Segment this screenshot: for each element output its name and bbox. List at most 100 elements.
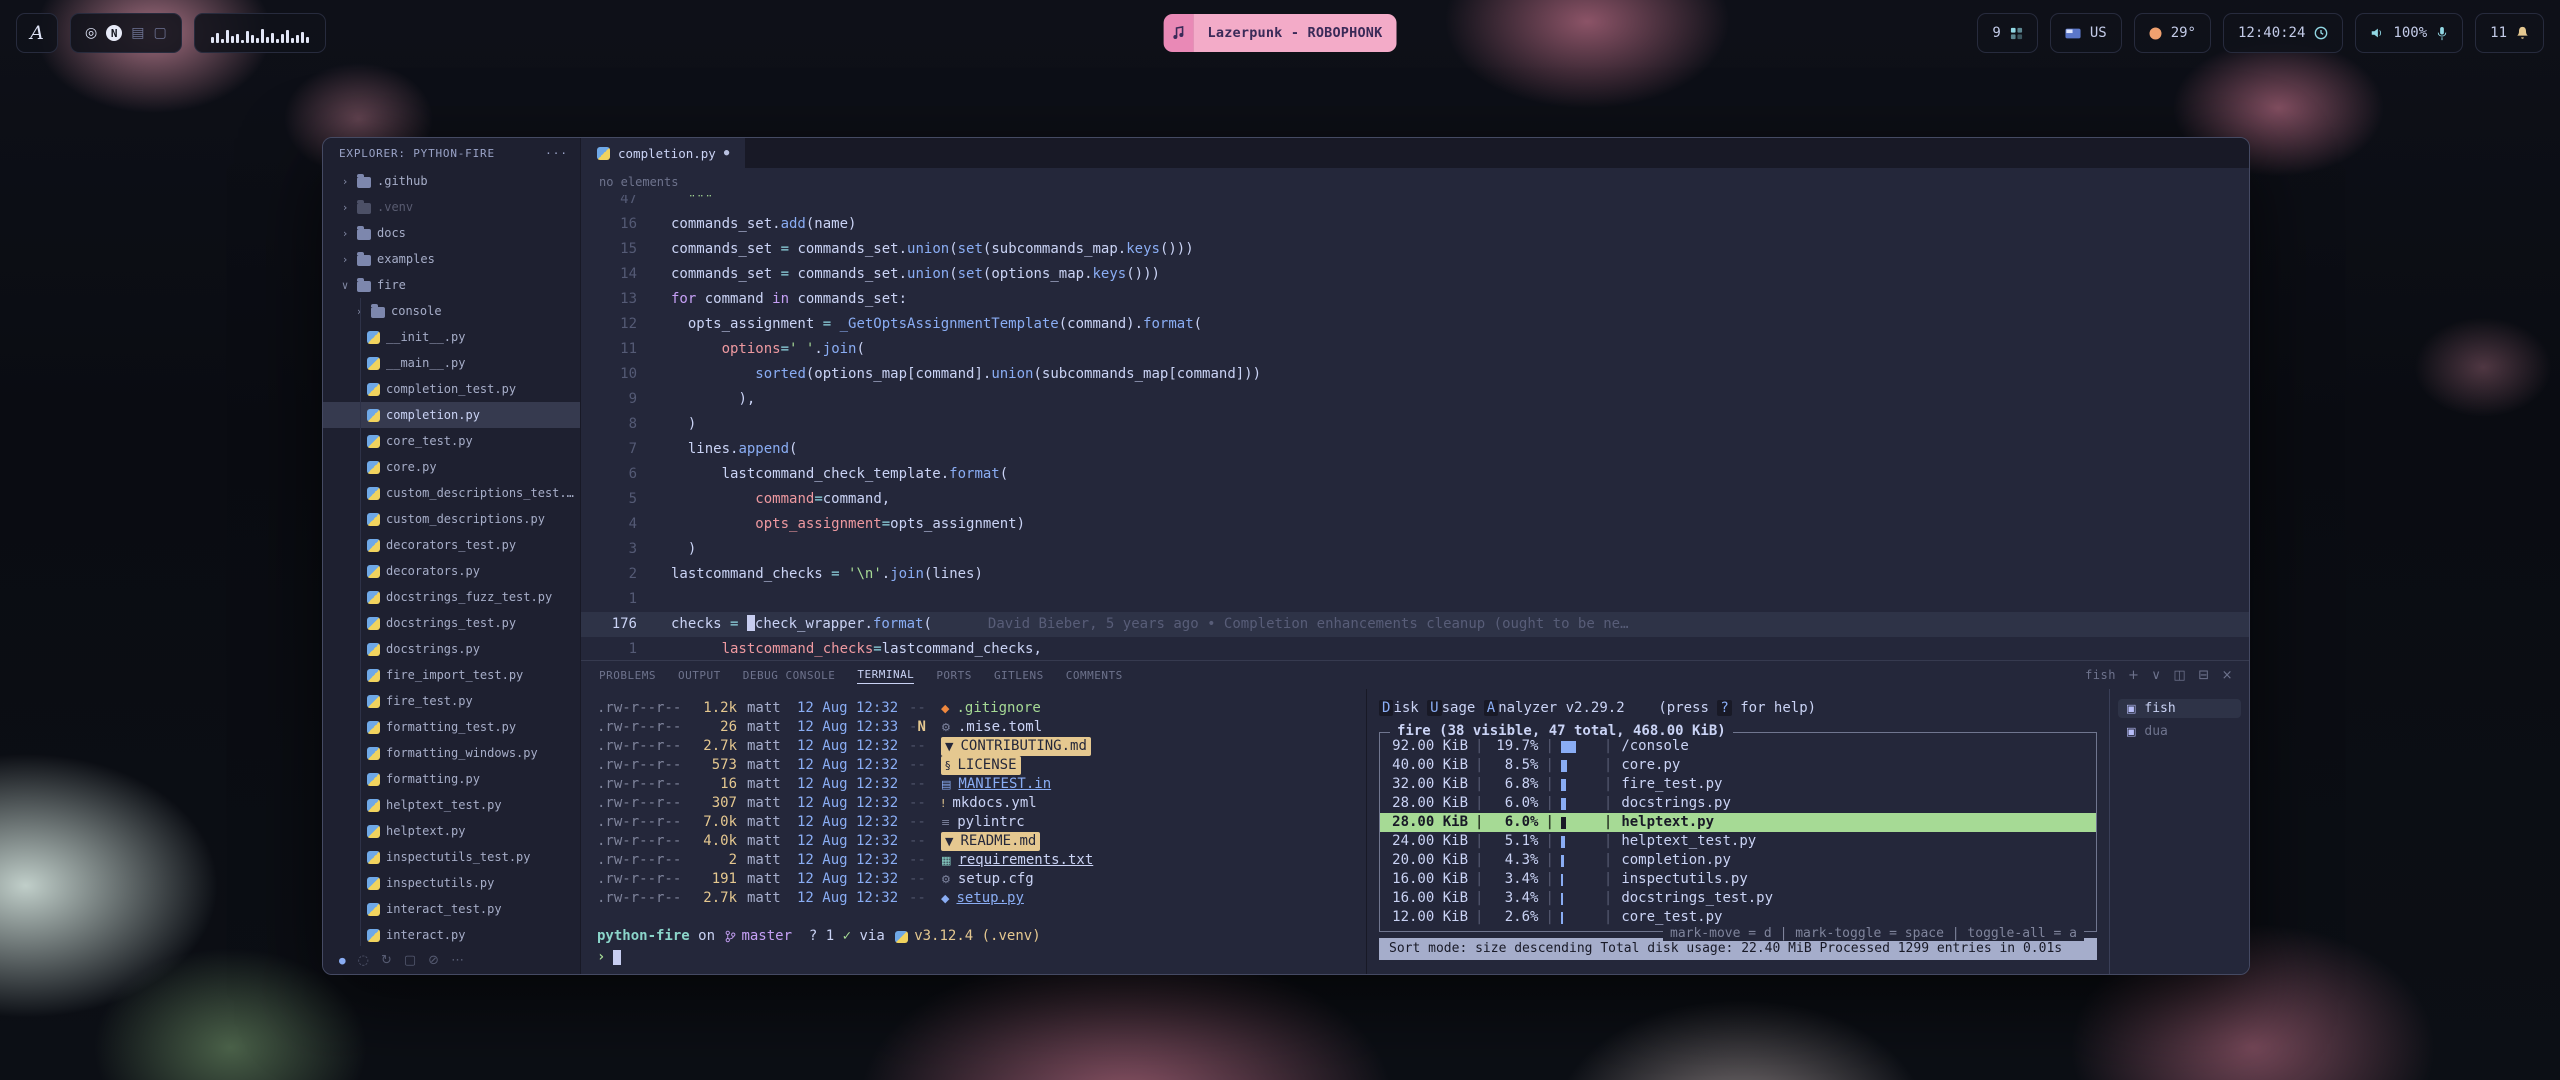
file-name: ⚙.mise.toml (941, 718, 1042, 737)
license-icon: § (945, 756, 951, 775)
split-terminal-icon[interactable]: ◫ (2173, 668, 2186, 683)
explorer-item-formatting_windows.py[interactable]: formatting_windows.py (323, 740, 580, 766)
dua-row-core-test-py[interactable]: 12.00 KiB|2.6%||core_test.py (1380, 908, 2096, 927)
code-editor[interactable]: 47 """16commands_set.add(name)15commands… (581, 195, 2249, 660)
file-label: __main__.py (386, 356, 465, 370)
explorer-item-completion_test.py[interactable]: completion_test.py (323, 376, 580, 402)
panel-tab-ports[interactable]: PORTS (936, 667, 972, 684)
explorer-item-docs[interactable]: ›docs (323, 220, 580, 246)
file-name: ⚙setup.cfg (941, 870, 1034, 889)
dua-row-helptext-py[interactable]: 28.00 KiB|6.0%||helptext.py (1380, 813, 2096, 832)
explorer-item-docstrings.py[interactable]: docstrings.py (323, 636, 580, 662)
explorer-item-formatting_test.py[interactable]: formatting_test.py (323, 714, 580, 740)
n-logo-badge[interactable]: N (106, 25, 122, 41)
terminal-session-fish[interactable]: ▣fish (2118, 699, 2241, 718)
explorer-item-decorators.py[interactable]: decorators.py (323, 558, 580, 584)
notifications-widget[interactable]: 11 (2475, 13, 2544, 53)
explorer-item-completion.py[interactable]: completion.py (323, 402, 580, 428)
explorer-item-.github[interactable]: ›.github (323, 168, 580, 194)
explorer-item-custom_descriptions_test.py[interactable]: custom_descriptions_test.py (323, 480, 580, 506)
explorer-item-helptext.py[interactable]: helptext.py (323, 818, 580, 844)
launcher-button[interactable]: A (16, 13, 58, 53)
dua-row-inspectutils-py[interactable]: 16.00 KiB|3.4%||inspectutils.py (1380, 870, 2096, 889)
file-label: console (391, 304, 442, 318)
profile-dropdown-icon[interactable]: ∨ (2151, 668, 2161, 683)
usage-bar (1561, 760, 1597, 772)
python-file-icon (367, 617, 380, 630)
keyboard-layout-widget[interactable]: US (2050, 13, 2122, 53)
vscode-window: EXPLORER: PYTHON-FIRE ··· ›.github›.venv… (322, 137, 2250, 975)
terminal-profile-label: fish (2085, 668, 2116, 682)
tab-completion-py[interactable]: completion.py ● (581, 138, 746, 168)
dua-row-core-py[interactable]: 40.00 KiB|8.5%||core.py (1380, 756, 2096, 775)
explorer-item-__init__.py[interactable]: __init__.py (323, 324, 580, 350)
explorer-item-core.py[interactable]: core.py (323, 454, 580, 480)
explorer-item-fire_import_test.py[interactable]: fire_import_test.py (323, 662, 580, 688)
explorer-item-docstrings_fuzz_test.py[interactable]: docstrings_fuzz_test.py (323, 584, 580, 610)
new-terminal-button[interactable]: + (2128, 668, 2139, 683)
dua-row-helptext-test-py[interactable]: 24.00 KiB|5.1%||helptext_test.py (1380, 832, 2096, 851)
python-file-icon (367, 669, 380, 682)
session-label: fish (2144, 701, 2175, 716)
sidebar-status-row: ● ◌↻▢⊘⋯ (323, 946, 580, 974)
workspaces-widget[interactable]: 9 (1977, 13, 2037, 53)
clock-widget[interactable]: 12:40:24 (2223, 13, 2343, 53)
now-playing-title: Lazerpunk - ROBOPHONK (1194, 14, 1397, 52)
status-circle-icon[interactable]: ◎ (85, 25, 97, 41)
file-name: ▼CONTRIBUTING.md (941, 737, 1091, 756)
explorer-item-inspectutils.py[interactable]: inspectutils.py (323, 870, 580, 896)
dua-row--console[interactable]: 92.00 KiB|19.7%||/console (1380, 737, 2096, 756)
explorer-item-formatting.py[interactable]: formatting.py (323, 766, 580, 792)
explorer-item-interact.py[interactable]: interact.py (323, 922, 580, 946)
dua-row-docstrings-py[interactable]: 28.00 KiB|6.0%||docstrings.py (1380, 794, 2096, 813)
now-playing-widget[interactable]: Lazerpunk - ROBOPHONK (1164, 14, 1397, 52)
explorer-item-custom_descriptions.py[interactable]: custom_descriptions.py (323, 506, 580, 532)
panel-tab-terminal[interactable]: TERMINAL (857, 666, 914, 684)
explorer-item-fire[interactable]: ∨fire (323, 272, 580, 298)
python-file-icon (367, 331, 380, 344)
explorer-item-helptext_test.py[interactable]: helptext_test.py (323, 792, 580, 818)
dua-row-docstrings-test-py[interactable]: 16.00 KiB|3.4%||docstrings_test.py (1380, 889, 2096, 908)
shell-input-line[interactable]: › (597, 948, 1366, 967)
terminal-icon: ▣ (2126, 725, 2136, 738)
code-line: 1 (581, 587, 2249, 612)
volume-widget[interactable]: 100% (2355, 13, 2463, 53)
explorer-item-inspectutils_test.py[interactable]: inspectutils_test.py (323, 844, 580, 870)
files-icon[interactable]: ▤ (131, 25, 144, 41)
terminal-pane-dua[interactable]: Disk Usage Analyzer v2.29.2 (press ? for… (1366, 689, 2109, 974)
panel-tab-gitlens[interactable]: GITLENS (994, 667, 1044, 684)
git-blame-annotation: David Bieber, 5 years ago • Completion e… (988, 612, 1629, 637)
explorer-item-docstrings_test.py[interactable]: docstrings_test.py (323, 610, 580, 636)
explorer-item-.venv[interactable]: ›.venv (323, 194, 580, 220)
dua-listing-box: fire (38 visible, 47 total, 468.00 KiB)9… (1379, 732, 2097, 932)
dua-row-fire-test-py[interactable]: 32.00 KiB|6.8%||fire_test.py (1380, 775, 2096, 794)
session-label: dua (2144, 724, 2167, 739)
line-number: 2 (581, 562, 637, 587)
explorer-item-console[interactable]: ›console (323, 298, 580, 324)
explorer-item-decorators_test.py[interactable]: decorators_test.py (323, 532, 580, 558)
more-actions-icon[interactable]: ··· (545, 147, 568, 160)
close-panel-icon[interactable]: × (2222, 668, 2233, 683)
explorer-item-__main__.py[interactable]: __main__.py (323, 350, 580, 376)
python-file-icon (367, 903, 380, 916)
weather-widget[interactable]: 29° (2134, 13, 2211, 53)
notes-icon[interactable]: ▢ (153, 25, 166, 41)
kill-terminal-icon[interactable]: ⊟ (2198, 668, 2209, 683)
file-label: docstrings_fuzz_test.py (386, 590, 552, 604)
explorer-item-examples[interactable]: ›examples (323, 246, 580, 272)
panel-tab-output[interactable]: OUTPUT (678, 667, 721, 684)
breadcrumb[interactable]: no elements (581, 168, 2249, 195)
terminal-session-dua[interactable]: ▣ dua (2118, 722, 2241, 741)
terminal-pane-fish[interactable]: .rw-r--r--1.2kmatt12 Aug 12:32--◆.gitign… (581, 689, 1366, 974)
explorer-item-core_test.py[interactable]: core_test.py (323, 428, 580, 454)
prompt-char: › (597, 948, 605, 967)
explorer-item-interact_test.py[interactable]: interact_test.py (323, 896, 580, 922)
panel-tab-problems[interactable]: PROBLEMS (599, 667, 656, 684)
explorer-item-fire_test.py[interactable]: fire_test.py (323, 688, 580, 714)
panel-tab-debug-console[interactable]: DEBUG CONSOLE (743, 667, 836, 684)
status-dot-icon[interactable]: ● (339, 954, 346, 967)
dua-row-completion-py[interactable]: 20.00 KiB|4.3%||completion.py (1380, 851, 2096, 870)
file-icon: ≡ (941, 813, 950, 832)
panel-tab-comments[interactable]: COMMENTS (1066, 667, 1123, 684)
dua-status-bar: Sort mode: size descending Total disk us… (1379, 938, 2097, 960)
